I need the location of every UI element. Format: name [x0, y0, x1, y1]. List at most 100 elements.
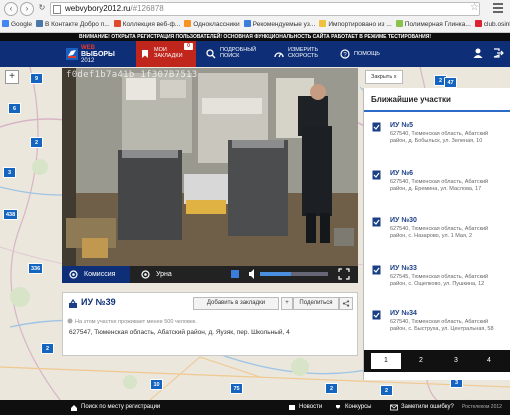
address-bar[interactable]: webvybory2012.ru/#126878	[50, 2, 480, 16]
map-marker[interactable]: 75	[230, 383, 243, 394]
footer-search-link[interactable]: Поиск по месту регистрации	[70, 400, 160, 415]
favicon-icon	[113, 20, 121, 27]
bookmark-item[interactable]: Коллекция веб-ф...	[112, 17, 183, 32]
ballot-box-icon	[372, 122, 381, 132]
station-address: 627540, Тюменская область, Абатский райо…	[390, 319, 494, 332]
footer-news-label: Новости	[299, 404, 323, 410]
tab-commission-label: Комиссия	[84, 271, 116, 278]
zoom-in-button[interactable]: +	[5, 70, 19, 84]
footer-bar: Поиск по месту регистрации Новости Конку…	[0, 400, 510, 415]
footer-report-link[interactable]: Заметили ошибку?	[390, 400, 454, 415]
bookmark-item[interactable]: В Контакте Добро п...	[34, 17, 112, 32]
help-icon: ?	[340, 49, 350, 59]
station-address: 627540, Тюменская область, Абатский райо…	[390, 131, 489, 144]
station-address: 627547, Тюменская область, Абатский райо…	[69, 329, 290, 336]
list-item[interactable]: ИУ №33 627545, Тюменская область, Абатск…	[364, 263, 510, 307]
pagination: 1 2 3 4	[364, 350, 510, 372]
tab-urn[interactable]: Урна	[134, 266, 204, 283]
tab-commission[interactable]: Комиссия	[62, 266, 130, 283]
bookmark-item[interactable]: Одноклассники	[182, 17, 241, 32]
site-logo[interactable]: WEB ВЫБОРЫ 2012	[65, 43, 129, 65]
nav-help[interactable]: ? ПОМОЩЬ	[336, 41, 386, 67]
fullscreen-icon[interactable]	[338, 268, 350, 280]
list-item[interactable]: ИУ №6 627540, Тюменская область, Абатски…	[364, 168, 510, 212]
footer-search-label: Поиск по месту регистрации	[81, 404, 161, 410]
footer-contests-link[interactable]: Конкурсы	[334, 400, 371, 415]
bookmarks-bar: Google В Контакте Добро п... Коллекция веб…	[0, 17, 510, 32]
map-marker[interactable]: 336	[28, 263, 44, 274]
user-icon[interactable]	[472, 47, 484, 59]
share-button[interactable]: Поделиться	[293, 297, 339, 310]
stop-icon[interactable]	[230, 268, 240, 280]
map-marker[interactable]: 438	[3, 209, 19, 220]
nav-speed-line2: СКОРОСТЬ	[288, 53, 318, 59]
favicon-icon	[243, 20, 251, 27]
bookmark-item[interactable]: Полимерная Глинка...	[394, 17, 473, 32]
share-icon[interactable]	[339, 297, 353, 310]
favicon-icon	[2, 20, 9, 27]
logout-icon[interactable]	[492, 47, 504, 59]
bookmark-item[interactable]: Google	[0, 17, 34, 32]
nav-help-label: ПОМОЩЬ	[354, 51, 380, 57]
page-1-button[interactable]: 1	[371, 353, 401, 369]
bookmark-item[interactable]: Импортировано из ...	[317, 17, 393, 32]
page-3-button[interactable]: 3	[441, 353, 471, 369]
nav-search-line2: ПОИСК	[220, 53, 240, 59]
bookmark-item[interactable]: club.osinka.ru : Ле...	[473, 17, 510, 32]
footer-contests-label: Конкурсы	[345, 404, 372, 410]
footer-news-link[interactable]: Новости	[288, 400, 322, 415]
station-name: ИУ №34	[390, 310, 417, 317]
camera-view[interactable]: f0def1b7a41b 1f307B7513 Комиссия Урна	[62, 68, 358, 283]
menu-icon[interactable]	[493, 3, 503, 13]
map-marker[interactable]: 2	[325, 383, 338, 394]
bookmark-icon	[142, 50, 148, 58]
footer-report-label: Заметили ошибку?	[401, 404, 454, 410]
favicon-icon	[474, 20, 482, 27]
close-panel-button[interactable]: Закрыть x	[365, 70, 403, 84]
station-name: ИУ №6	[390, 170, 414, 177]
trophy-icon	[336, 405, 340, 409]
map-marker[interactable]: 3	[3, 167, 16, 178]
list-item[interactable]: ИУ №30 627540, Тюменская область, Абатск…	[364, 215, 510, 259]
list-item[interactable]: ИУ №5 627540, Тюменская область, Абатски…	[364, 120, 510, 164]
favicon-icon	[395, 20, 403, 27]
list-item[interactable]: ИУ №34 627540, Тюменская область, Абатск…	[364, 308, 510, 352]
volume-icon[interactable]	[248, 268, 258, 280]
page-2-button[interactable]: 2	[406, 353, 436, 369]
map-marker[interactable]: 2	[30, 137, 43, 148]
camera-video-frame	[62, 68, 358, 266]
logo-mark-icon	[66, 48, 78, 60]
add-bookmark-button[interactable]: Добавить в закладки	[193, 297, 279, 310]
bookmark-label: Google	[11, 21, 32, 28]
site-header: WEB ВЫБОРЫ 2012 МОИ ЗАКЛАДКИ 0 ПОДРОБНЫЙ…	[0, 41, 510, 67]
star-icon[interactable]: ☆	[470, 2, 479, 13]
back-button[interactable]: ‹	[4, 2, 18, 16]
bookmark-item[interactable]: Рекомендуемые уз...	[242, 17, 318, 32]
map-marker[interactable]: 9	[30, 73, 43, 84]
map-marker[interactable]: 10	[150, 379, 163, 390]
forward-button[interactable]: ›	[20, 2, 34, 16]
map-marker[interactable]: 47	[444, 77, 457, 88]
page-4-button[interactable]: 4	[474, 353, 504, 369]
ballot-box-icon	[69, 299, 77, 308]
nav-measure-speed[interactable]: ИЗМЕРИТЬ СКОРОСТЬ	[270, 41, 332, 67]
speedometer-icon	[274, 52, 284, 58]
nav-bookmarks-line2: ЗАКЛАДКИ	[154, 53, 183, 59]
map-marker[interactable]: 2	[380, 385, 393, 396]
camera-icon	[141, 270, 150, 279]
map-marker[interactable]: 2	[41, 343, 54, 354]
volume-slider[interactable]	[260, 272, 328, 276]
bookmark-label: Рекомендуемые уз...	[252, 21, 316, 28]
reload-button[interactable]: ↻	[35, 2, 49, 16]
bookmark-label: В Контакте Добро п...	[44, 21, 110, 28]
nav-detailed-search[interactable]: ПОДРОБНЫЙ ПОИСК	[202, 41, 264, 67]
favicon-icon	[35, 20, 43, 27]
nearby-stations-panel: Ближайшие участки ИУ №5 627540, Тюменска…	[363, 88, 510, 380]
add-plus-button[interactable]: +	[281, 297, 293, 310]
map-marker[interactable]: 6	[8, 103, 21, 114]
ballot-box-icon	[372, 265, 381, 275]
station-name: ИУ №30	[390, 217, 417, 224]
station-title: ИУ №39	[81, 297, 116, 307]
url-host: webvybory2012.ru	[65, 4, 131, 13]
nav-my-bookmarks[interactable]: МОИ ЗАКЛАДКИ 0	[136, 41, 196, 67]
